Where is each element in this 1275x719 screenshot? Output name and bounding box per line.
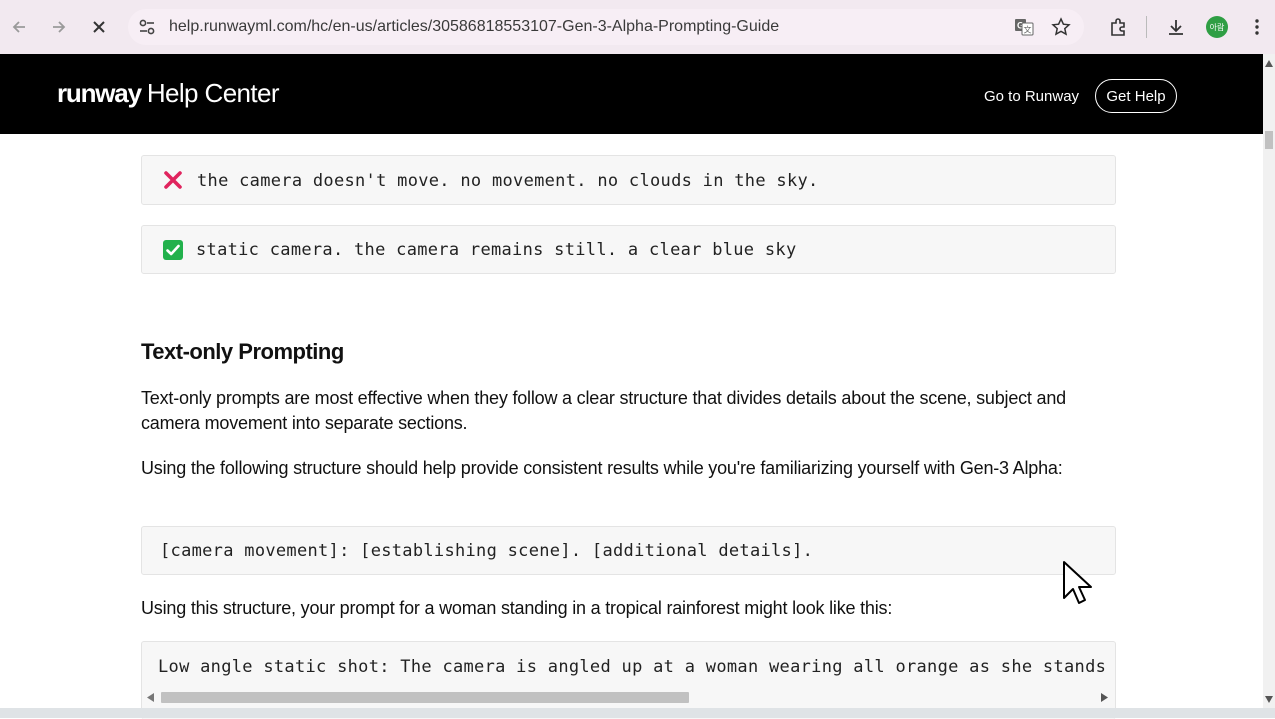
forward-button[interactable] (45, 13, 73, 41)
structure-code-block: [camera movement]: [establishing scene].… (141, 526, 1116, 575)
translate-button[interactable]: G 文 (1010, 13, 1038, 41)
star-icon (1051, 17, 1071, 36)
download-icon (1169, 20, 1183, 35)
back-button[interactable] (5, 13, 33, 41)
scroll-up-arrow-icon[interactable] (1265, 60, 1273, 67)
brand-word: runway (57, 78, 142, 108)
address-bar[interactable]: help.runwayml.com/hc/en-us/articles/3058… (128, 9, 1084, 45)
site-logo[interactable]: runway Help Center (57, 78, 280, 109)
horizontal-scrollbar[interactable] (142, 689, 1114, 706)
translate-icon: G 文 (1015, 19, 1034, 36)
vertical-scrollbar[interactable] (1263, 54, 1275, 708)
site-header: runway Help Center Go to Runway Get Help (0, 54, 1263, 134)
stop-loading-button[interactable] (85, 13, 113, 41)
example-code-text: Low angle static shot: The camera is ang… (158, 657, 1116, 677)
scroll-right-arrow-icon[interactable] (1101, 693, 1109, 702)
go-to-runway-link[interactable]: Go to Runway (984, 88, 1079, 105)
good-example-box: static camera. the camera remains still.… (141, 225, 1116, 274)
check-mark-icon (163, 240, 183, 260)
paragraph-2: Using the following structure should hel… (141, 458, 1063, 478)
bad-example-text: the camera doesn't move. no movement. no… (197, 171, 819, 191)
section-heading: Text-only Prompting (141, 339, 344, 364)
horizontal-scroll-thumb[interactable] (161, 692, 689, 703)
bad-example-box: the camera doesn't move. no movement. no… (141, 155, 1116, 205)
cursor-icon (1063, 561, 1092, 604)
get-help-label: Get Help (1106, 87, 1166, 105)
menu-button[interactable] (1243, 13, 1271, 41)
get-help-button[interactable]: Get Help (1095, 79, 1177, 113)
scroll-down-arrow-icon[interactable] (1265, 696, 1273, 703)
brand-suffix: Help Center (146, 78, 280, 108)
good-example-text: static camera. the camera remains still.… (196, 240, 797, 260)
paragraph-1: Text-only prompts are most effective whe… (141, 388, 1066, 433)
site-settings-icon[interactable] (138, 18, 156, 36)
extensions-icon (1111, 18, 1125, 36)
structure-code-text: [camera movement]: [establishing scene].… (160, 541, 814, 561)
stop-loading-icon (93, 21, 105, 33)
back-icon (12, 21, 25, 33)
avatar: 아람 (1206, 16, 1228, 38)
url-text[interactable]: help.runwayml.com/hc/en-us/articles/3058… (169, 18, 779, 36)
svg-text:文: 文 (1024, 25, 1032, 35)
taskbar-edge (0, 708, 1275, 718)
scroll-left-arrow-icon[interactable] (147, 693, 155, 702)
cross-mark-icon (164, 171, 182, 189)
browser-toolbar: help.runwayml.com/hc/en-us/articles/3058… (0, 0, 1275, 55)
paragraph-3: Using this structure, your prompt for a … (141, 598, 893, 618)
bookmark-button[interactable] (1047, 13, 1075, 41)
extensions-button[interactable] (1104, 13, 1132, 41)
more-menu-icon (1255, 19, 1259, 35)
avatar-initials: 아람 (1209, 22, 1225, 32)
downloads-button[interactable] (1162, 13, 1190, 41)
toolbar-divider (1146, 16, 1147, 38)
forward-icon (53, 21, 66, 33)
vertical-scroll-thumb[interactable] (1265, 131, 1273, 149)
profile-button[interactable]: 아람 (1203, 13, 1231, 41)
